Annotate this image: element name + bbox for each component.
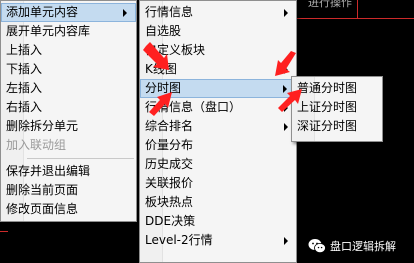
menu-item-watchlist[interactable]: 自选股	[140, 22, 296, 41]
menu-item-join-link-group: 加入联动组	[6, 138, 67, 152]
menu-item-sector-hotspots[interactable]: 板块热点	[140, 193, 296, 212]
menu-item-historical-trades[interactable]: 历史成交	[140, 155, 296, 174]
menu-item-delete-current-page[interactable]: 删除当前页面	[1, 181, 136, 200]
context-menu-main: 添加单元内容 展开单元内容库 上插入 下插入 左插入 右插入 删除拆分单元 加入…	[0, 0, 137, 222]
background-title-fragment: 进行操作	[308, 0, 352, 9]
menu-separator	[27, 158, 134, 159]
menu-item-custom-sector[interactable]: 自定义板块	[140, 41, 296, 60]
menu-item-insert-above[interactable]: 上插入	[1, 41, 136, 60]
wechat-icon	[308, 239, 326, 253]
menu-item-dde-decision[interactable]: DDE决策	[140, 212, 296, 231]
menu-item-normal-time-chart[interactable]: 普通分时图	[292, 79, 382, 98]
menu-item-shanghai-time-chart[interactable]: 上证分时图	[292, 98, 382, 117]
menu-item-quote-info[interactable]: 行情信息	[140, 3, 296, 22]
menu-item-overall-ranking[interactable]: 综合排名	[140, 117, 296, 136]
submenu-time-chart: 普通分时图 上证分时图 深证分时图	[291, 76, 383, 142]
submenu-unit-content: 行情信息 自选股 自定义板块 K线图 分时图 行情信息（盘口） 综合排名 价量分…	[139, 0, 297, 263]
menu-item-quote-info-orderbook[interactable]: 行情信息（盘口）	[140, 98, 296, 117]
menu-item-shenzhen-time-chart[interactable]: 深证分时图	[292, 117, 382, 136]
background-line-top	[293, 18, 414, 19]
menu-item-kline-chart[interactable]: K线图	[140, 60, 296, 79]
menu-item-volume-price-distribution[interactable]: 价量分布	[140, 136, 296, 155]
watermark: 盘口逻辑拆解	[308, 236, 396, 256]
menu-item-modify-page-info[interactable]: 修改页面信息	[1, 200, 136, 219]
menu-item-insert-left[interactable]: 左插入	[1, 79, 136, 98]
menu-item-insert-below[interactable]: 下插入	[1, 60, 136, 79]
background-line-vertical	[357, 0, 358, 18]
menu-item-expand-unit-library[interactable]: 展开单元内容库	[1, 22, 136, 41]
menu-item-level2-quotes[interactable]: Level-2行情	[140, 231, 296, 250]
watermark-text: 盘口逻辑拆解	[330, 240, 396, 253]
menu-item-save-and-exit-edit[interactable]: 保存并退出编辑	[1, 162, 136, 181]
menu-item-add-unit-content[interactable]: 添加单元内容	[1, 3, 136, 22]
menu-item-time-chart[interactable]: 分时图	[140, 79, 296, 98]
menu-item-insert-right[interactable]: 右插入	[1, 98, 136, 117]
background-line-bottom	[0, 231, 8, 232]
menu-item-delete-split-unit[interactable]: 删除拆分单元	[1, 117, 136, 136]
menu-item-related-quotes[interactable]: 关联报价	[140, 174, 296, 193]
